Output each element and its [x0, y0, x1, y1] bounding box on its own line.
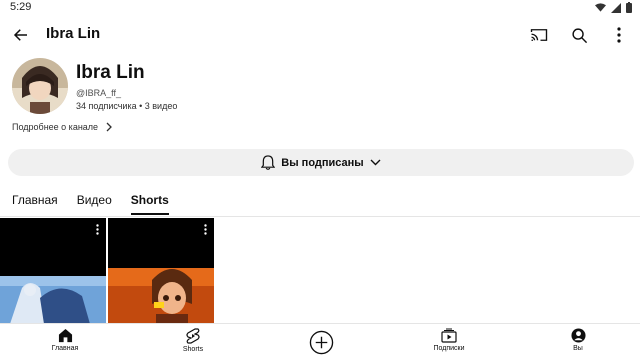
nav-shorts-label: Shorts	[182, 346, 204, 353]
back-button[interactable]	[10, 24, 32, 46]
channel-avatar[interactable]	[12, 58, 68, 114]
signal-icon	[611, 2, 621, 13]
more-vert-icon	[617, 27, 621, 43]
short-menu-icon[interactable]	[96, 224, 99, 235]
subscribed-label: Вы подписаны	[281, 156, 364, 169]
status-time: 5:29	[10, 1, 32, 13]
shorts-icon	[186, 328, 200, 344]
subscribed-button[interactable]: Вы подписаны	[8, 149, 634, 176]
short-thumbnail-image	[0, 218, 106, 324]
nav-subscriptions-label: Подписки	[433, 345, 465, 352]
short-thumbnail[interactable]	[108, 218, 214, 324]
short-thumbnail[interactable]	[0, 218, 106, 324]
channel-tabs: Главная Видео Shorts	[12, 193, 169, 215]
avatar-image	[12, 58, 68, 114]
nav-create[interactable]	[281, 330, 361, 355]
cast-button[interactable]	[528, 24, 550, 46]
battery-icon	[626, 2, 632, 13]
channel-stats: 34 подписчика • 3 видео	[76, 101, 178, 111]
topbar-actions	[528, 24, 630, 46]
short-menu-icon[interactable]	[204, 224, 207, 235]
bell-icon	[261, 155, 276, 170]
page-title: Ibra Lin	[46, 25, 101, 42]
more-options-button[interactable]	[608, 24, 630, 46]
channel-name: Ibra Lin	[76, 62, 145, 83]
system-icons	[595, 2, 632, 13]
cast-icon	[530, 29, 548, 41]
account-icon	[570, 328, 586, 343]
tab-shorts[interactable]: Shorts	[130, 193, 169, 215]
tab-home[interactable]: Главная	[12, 193, 58, 215]
wifi-icon	[595, 2, 606, 12]
home-icon	[58, 328, 72, 343]
status-bar: 5:29	[0, 0, 640, 16]
tabs-divider	[0, 216, 640, 217]
channel-about-link[interactable]: Подробнее о канале	[12, 122, 112, 132]
bottom-navigation: Главная Shorts Подписки Вы	[0, 323, 640, 361]
channel-about-label: Подробнее о канале	[12, 122, 99, 132]
nav-subscriptions[interactable]: Подписки	[409, 328, 489, 352]
chevron-down-icon	[370, 159, 381, 166]
tab-videos[interactable]: Видео	[77, 193, 112, 215]
nav-home[interactable]: Главная	[25, 328, 105, 352]
search-icon	[571, 27, 587, 43]
channel-handle: @IBRA_ff_	[76, 88, 121, 98]
back-arrow-icon	[13, 29, 27, 41]
chevron-right-icon	[106, 122, 112, 132]
add-icon	[309, 330, 333, 355]
nav-shorts[interactable]: Shorts	[153, 328, 233, 353]
nav-home-label: Главная	[51, 345, 79, 352]
nav-you-label: Вы	[573, 345, 583, 352]
nav-you[interactable]: Вы	[538, 328, 618, 352]
short-thumbnail-image	[108, 218, 214, 324]
subscriptions-icon	[441, 328, 457, 343]
search-button[interactable]	[568, 24, 590, 46]
